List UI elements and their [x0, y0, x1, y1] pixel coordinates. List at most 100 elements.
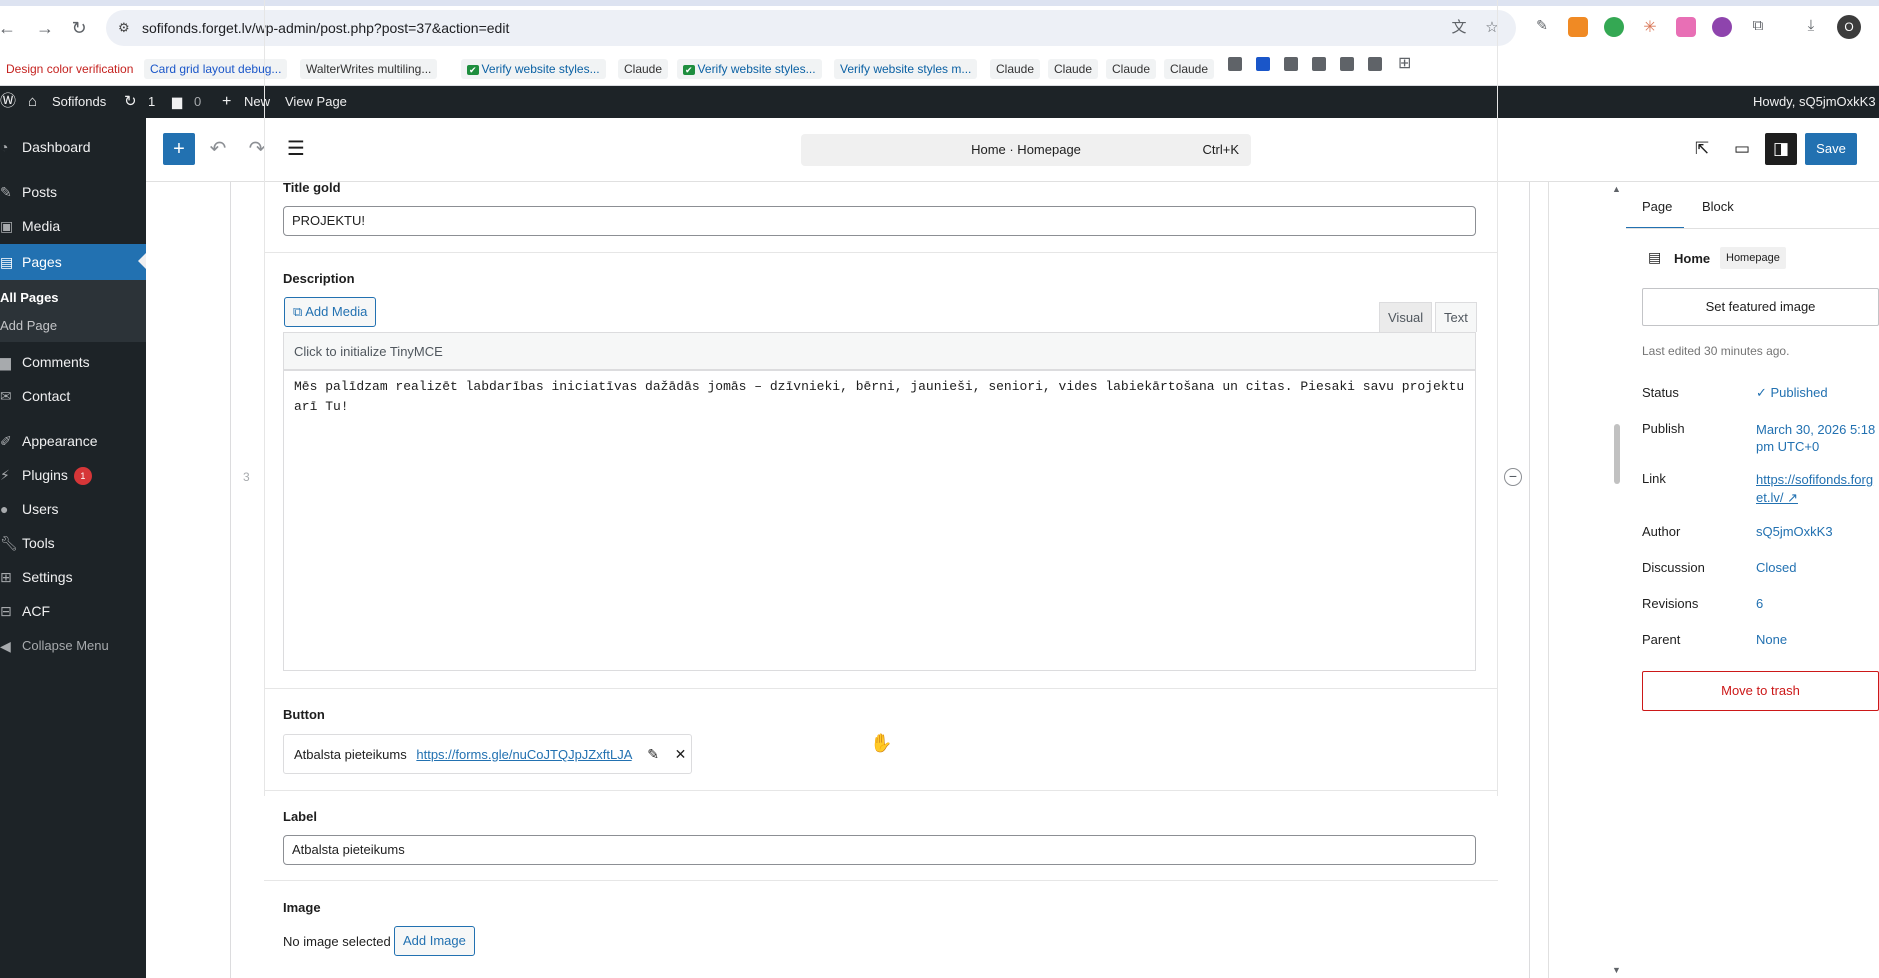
bookmark-item[interactable]: Design color verification [0, 59, 140, 79]
last-edited-text: Last edited 30 minutes ago. [1642, 344, 1790, 358]
scroll-up-icon[interactable]: ▲ [1612, 184, 1621, 194]
menu-collapse[interactable]: ◀ Collapse Menu [0, 629, 146, 663]
plus-icon[interactable]: + [222, 86, 231, 118]
permalink-value[interactable]: https://sofifonds.forget.lv/ ↗ [1756, 471, 1879, 507]
menu-media[interactable]: ▣ Media [0, 209, 146, 243]
profile-avatar[interactable]: O [1837, 15, 1861, 39]
label-input[interactable]: Atbalsta pieteikums [283, 835, 1476, 865]
tab-visual[interactable]: Visual [1379, 302, 1433, 332]
field-divider [264, 880, 1498, 881]
edit-pencil-icon[interactable]: ✎ [647, 735, 659, 773]
menu-tools[interactable]: 🔧︎ Tools [0, 526, 146, 560]
move-to-trash-button[interactable]: Move to trash [1642, 671, 1879, 711]
claude-extension-icon[interactable]: ✳ [1640, 17, 1660, 37]
forward-icon[interactable]: → [34, 17, 56, 39]
menu-settings[interactable]: ⊞ Settings [0, 560, 146, 594]
tab-text[interactable]: Text [1435, 302, 1477, 332]
tab-page[interactable]: Page [1642, 199, 1672, 214]
revisions-value[interactable]: 6 [1756, 596, 1763, 611]
title-gold-input[interactable]: PROJEKTU! [283, 206, 1476, 236]
undo-icon[interactable]: ↶ [202, 133, 234, 165]
menu-label: Contact [22, 388, 71, 404]
save-button[interactable]: Save [1805, 133, 1857, 165]
remove-row-icon[interactable]: − [1504, 468, 1522, 486]
back-icon[interactable]: ← [0, 17, 18, 39]
revisions-label: Revisions [1642, 596, 1699, 611]
menu-label: Comments [22, 354, 90, 370]
extension-icon[interactable] [1604, 17, 1624, 37]
updates-icon[interactable]: ↻ [124, 86, 137, 118]
menu-acf[interactable]: ⊟ ACF [0, 594, 146, 628]
comments-icon[interactable]: ▆ [172, 86, 182, 118]
set-featured-image-button[interactable]: Set featured image [1642, 288, 1879, 326]
menu-appearance[interactable]: ✐ Appearance [0, 424, 146, 458]
submenu-all-pages[interactable]: All Pages [0, 290, 59, 305]
pages-icon: ▤ [0, 254, 14, 270]
collapse-icon: ◀ [0, 638, 11, 654]
menu-pages[interactable]: ▤ Pages [0, 244, 146, 280]
pages-submenu: All Pages Add Page [0, 280, 146, 342]
menu-users[interactable]: ● Users [0, 492, 146, 526]
discussion-label: Discussion [1642, 560, 1705, 575]
updates-count[interactable]: 1 [148, 86, 155, 118]
settings-sidebar-icon[interactable]: ◨ [1765, 133, 1797, 165]
scrollbar-thumb[interactable] [1614, 424, 1620, 484]
add-media-icon: ⧉ [293, 304, 306, 319]
close-icon[interactable]: ✕ [675, 735, 687, 773]
site-info-icon[interactable]: ⚙ [118, 19, 136, 37]
comment-icon: ▆ [0, 354, 11, 370]
scroll-down-icon[interactable]: ▼ [1612, 965, 1621, 975]
menu-comments[interactable]: ▆ Comments [0, 345, 146, 379]
button-link-text: Atbalsta pieteikums [294, 747, 407, 762]
menu-contact[interactable]: ✉ Contact [0, 379, 146, 413]
parent-value[interactable]: None [1756, 632, 1787, 647]
menu-plugins[interactable]: ⚡ Plugins 1 [0, 458, 146, 492]
mail-icon: ✉ [0, 388, 12, 404]
field-divider [264, 688, 1498, 689]
site-name-link[interactable]: Sofifonds [52, 86, 106, 118]
view-external-icon[interactable]: ⇱ [1686, 133, 1718, 165]
extension-icon[interactable] [1676, 17, 1696, 37]
description-textarea[interactable]: Mēs palīdzam realizēt labdarības iniciat… [283, 370, 1476, 671]
submenu-add-page[interactable]: Add Page [0, 318, 57, 333]
add-image-button[interactable]: Add Image [394, 926, 475, 956]
menu-label: Tools [22, 535, 55, 551]
comments-count[interactable]: 0 [194, 86, 201, 118]
dashboard-icon: ◔ [0, 139, 9, 155]
menu-label: Media [22, 218, 61, 234]
field-divider [264, 252, 1498, 253]
author-value[interactable]: sQ5jmOxkK3 [1756, 524, 1833, 539]
extension-icon[interactable]: ✎ [1532, 17, 1552, 37]
puzzle-icon[interactable]: ⧉ [1748, 17, 1768, 37]
page-icon: ▤ [1648, 249, 1662, 265]
admin-sidebar: ◔ Dashboard ✎ Posts ▣ Media ▤ Pages All Page… [0, 118, 146, 978]
howdy-account-link[interactable]: Howdy, sQ5jmOxkK3 [1753, 86, 1876, 118]
publish-label: Publish [1642, 421, 1685, 436]
home-icon[interactable]: ⌂ [28, 86, 37, 118]
status-value[interactable]: ✓ Published [1756, 385, 1828, 401]
block-inserter-button[interactable]: + [163, 133, 195, 165]
extension-icon[interactable] [1712, 17, 1732, 37]
discussion-value[interactable]: Closed [1756, 560, 1796, 575]
status-text: Published [1770, 385, 1828, 400]
page-name: Home [1674, 251, 1711, 266]
add-media-button[interactable]: ⧉ Add Media [284, 297, 377, 327]
menu-label: Pages [22, 254, 62, 270]
preview-device-icon[interactable]: ▭ [1726, 133, 1758, 165]
tinymce-init-bar[interactable]: Click to initialize TinyMCE [283, 332, 1476, 370]
menu-posts[interactable]: ✎ Posts [0, 175, 146, 209]
tab-divider [1626, 228, 1879, 229]
wordpress-logo-icon[interactable]: Ⓦ [0, 86, 16, 118]
plugins-update-badge: 1 [73, 467, 92, 486]
menu-dashboard[interactable]: ◔ Dashboard [0, 130, 146, 164]
publish-date-value[interactable]: March 30, 2026 5:18 pm UTC+0 [1756, 421, 1876, 455]
tab-block[interactable]: Block [1702, 199, 1734, 214]
reload-icon[interactable]: ↻ [68, 17, 90, 39]
template-pill[interactable]: Homepage [1720, 247, 1786, 269]
menu-label: ACF [22, 603, 50, 619]
link-label: Link [1642, 471, 1666, 486]
menu-label: Collapse Menu [22, 638, 109, 653]
download-icon[interactable]: ⤓ [1801, 17, 1821, 37]
extension-icon[interactable] [1568, 17, 1588, 37]
button-link-url[interactable]: https://forms.gle/nuCoJTQJpJZxftLJA [416, 747, 631, 762]
